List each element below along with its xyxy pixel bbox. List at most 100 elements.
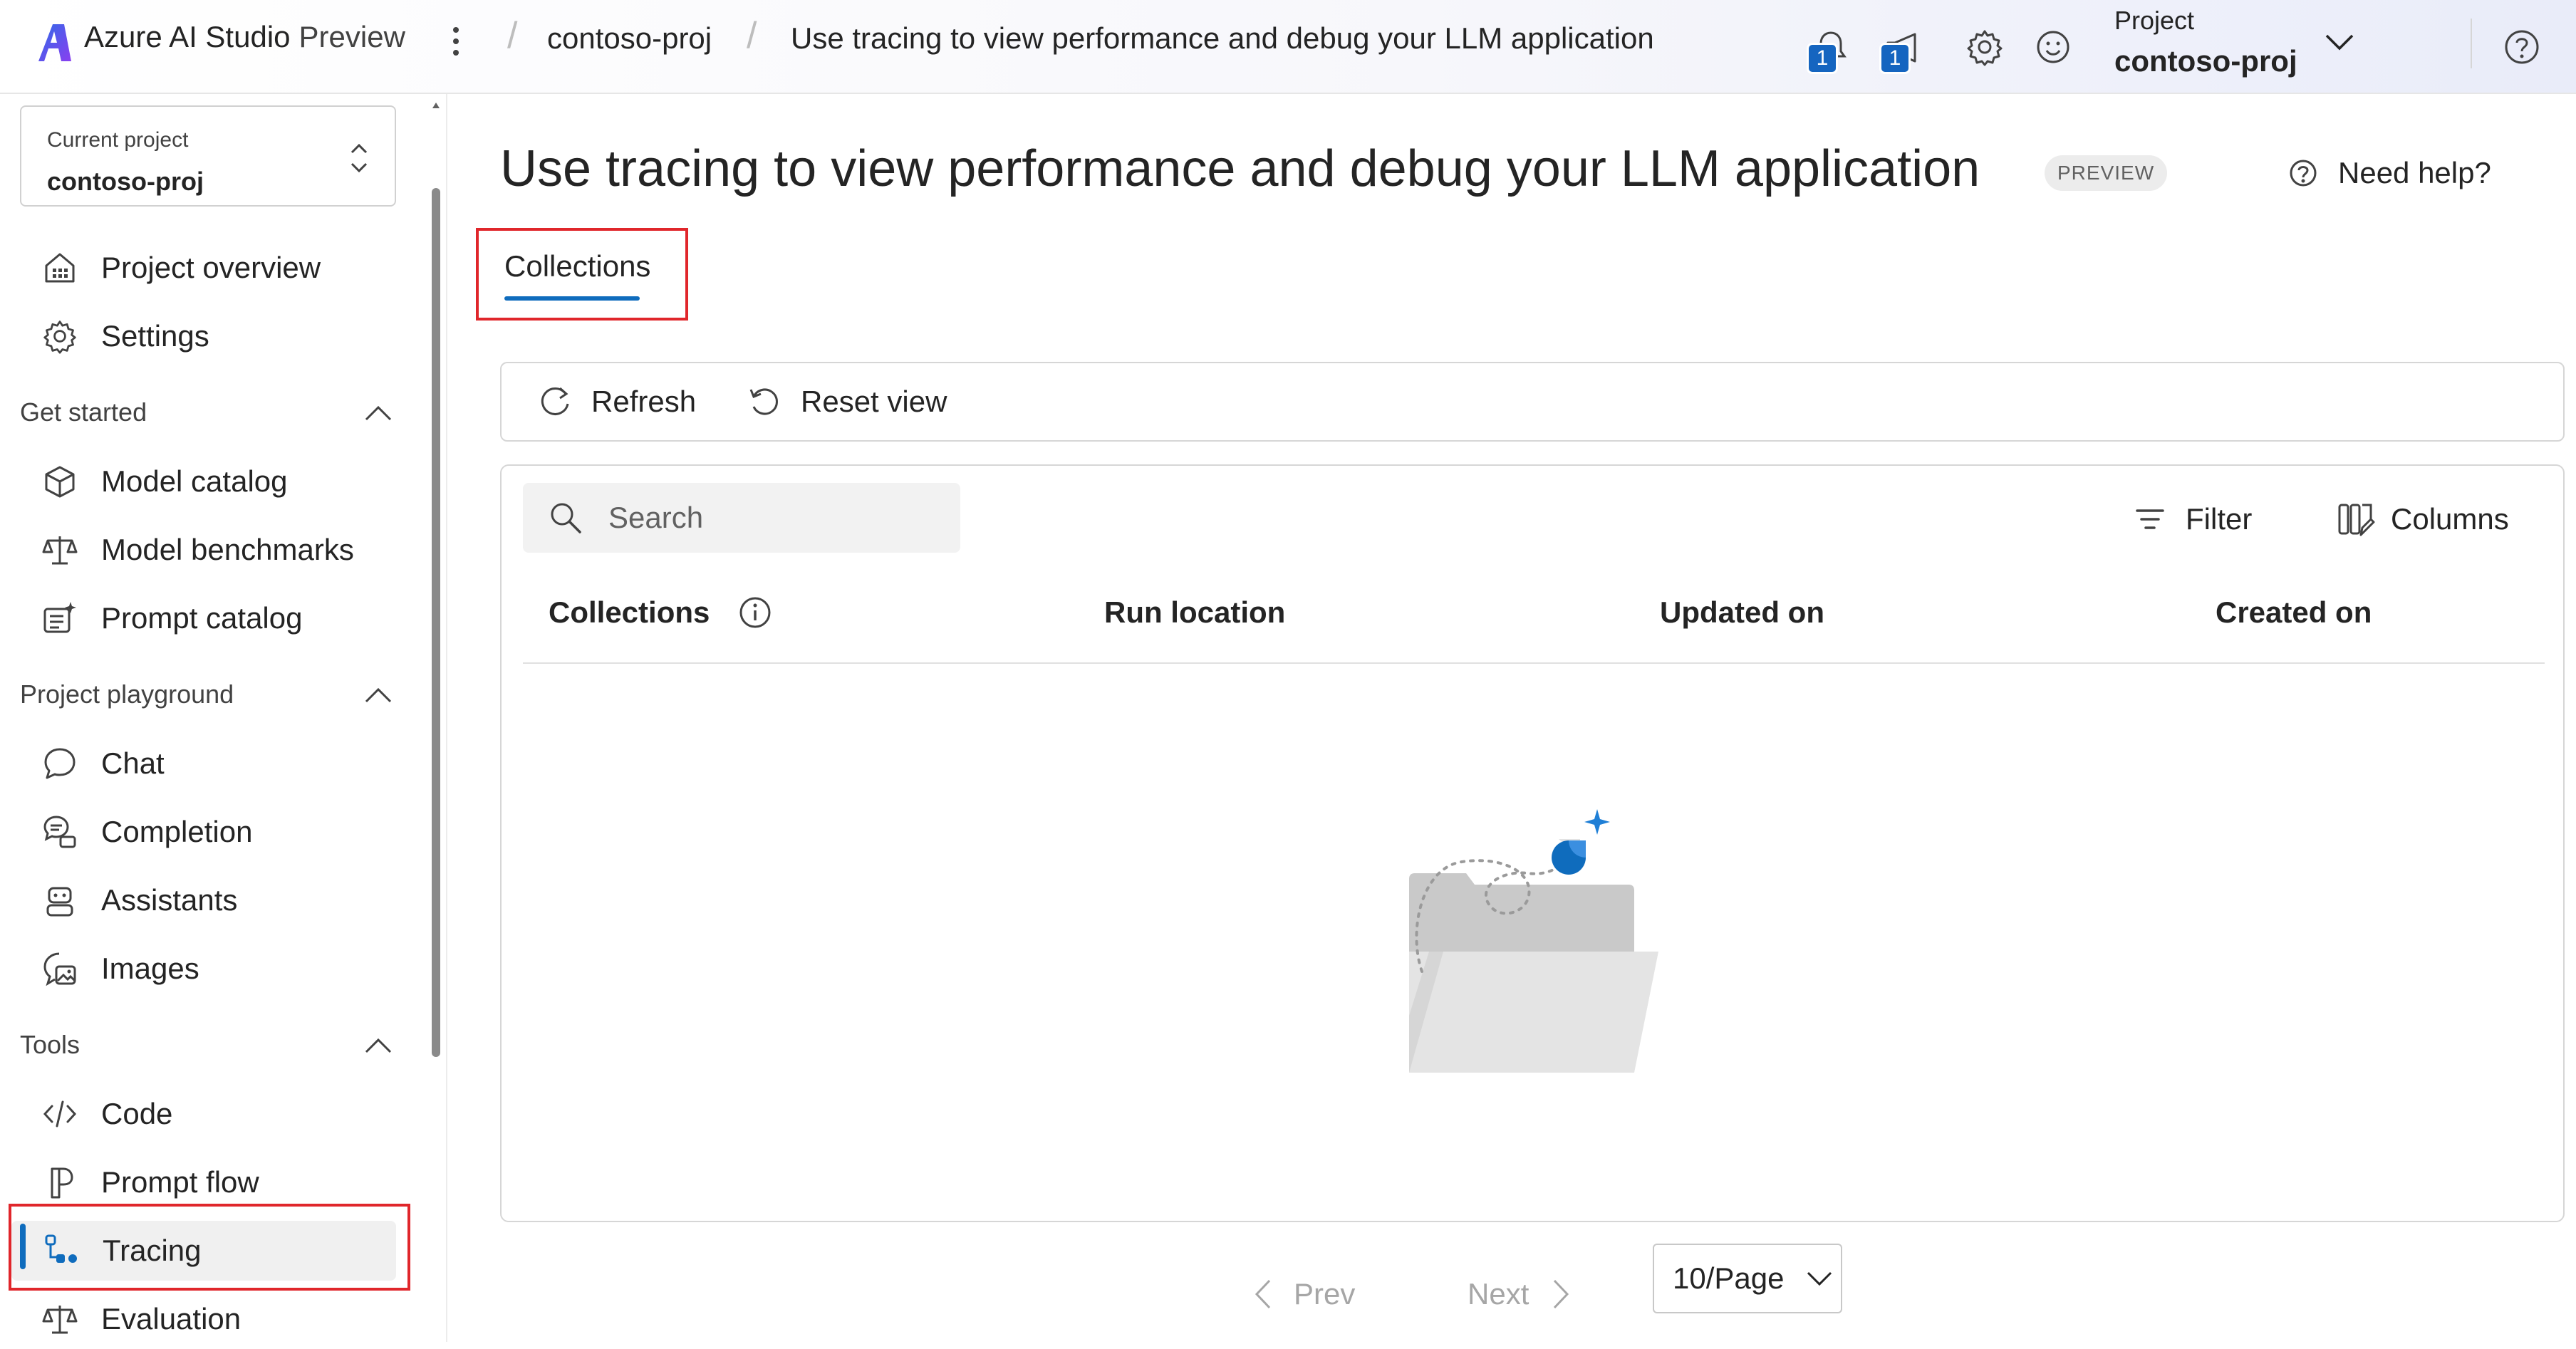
- gear-icon: [40, 316, 80, 356]
- completion-icon: [40, 812, 80, 852]
- sidebar-item-chat[interactable]: Chat: [21, 734, 392, 793]
- section-title: Tools: [20, 1030, 80, 1059]
- gear-icon: [1967, 30, 2003, 66]
- sidebar-item-settings[interactable]: Settings: [21, 306, 392, 366]
- sidebar-item-label: Completion: [101, 815, 253, 848]
- breadcrumb-project-link[interactable]: contoso-proj: [547, 21, 712, 56]
- sidebar-item-images[interactable]: Images: [21, 939, 392, 999]
- topbar-divider: [2471, 19, 2472, 68]
- sidebar: Current project contoso-proj Project ove…: [0, 94, 442, 1342]
- scroll-up-arrow-icon[interactable]: [430, 98, 442, 113]
- help-icon: [2505, 30, 2539, 64]
- search-field[interactable]: [523, 483, 960, 553]
- sidebar-item-label: Prompt catalog: [101, 601, 303, 635]
- announcements-button[interactable]: 1: [1875, 19, 1932, 75]
- breadcrumb-current-page: Use tracing to view performance and debu…: [791, 21, 1654, 55]
- section-header-tools[interactable]: Tools: [20, 1020, 396, 1070]
- sidebar-item-label: Assistants: [101, 883, 238, 917]
- sidebar-item-label: Prompt flow: [101, 1165, 259, 1199]
- app-title-suffix: Preview: [298, 20, 405, 53]
- sidebar-scrollbar-thumb[interactable]: [432, 188, 440, 1057]
- refresh-button[interactable]: Refresh: [536, 363, 696, 440]
- section-header-project-playground[interactable]: Project playground: [20, 670, 396, 719]
- column-header-label: Collections: [549, 595, 710, 629]
- chevron-right-icon: [1554, 1279, 1569, 1309]
- filter-button[interactable]: Filter: [2130, 487, 2252, 551]
- prompt-sparkle-icon: [40, 598, 80, 638]
- column-header-run-location[interactable]: Run location: [1104, 591, 1285, 634]
- top-bar: Azure AI Studio Preview / contoso-proj /…: [0, 0, 2576, 94]
- breadcrumb-separator: /: [507, 15, 518, 56]
- app-title-text: Azure AI Studio: [84, 20, 291, 53]
- refresh-icon: [541, 387, 569, 415]
- settings-button[interactable]: [1956, 19, 2013, 75]
- assistant-bot-icon: [40, 880, 80, 920]
- feedback-button[interactable]: [2025, 19, 2082, 75]
- sidebar-item-label: Project overview: [101, 251, 321, 284]
- sidebar-item-label: Images: [101, 952, 199, 985]
- page-size-select[interactable]: 10/Page: [1653, 1244, 1842, 1313]
- info-icon: [739, 597, 771, 628]
- smiley-icon: [2037, 31, 2069, 63]
- reset-view-label: Reset view: [801, 385, 947, 418]
- app-title[interactable]: Azure AI Studio Preview: [84, 20, 405, 54]
- columns-label: Columns: [2391, 502, 2509, 536]
- help-button[interactable]: [2493, 19, 2550, 75]
- collections-tab-highlight-box: [476, 228, 688, 321]
- notifications-button[interactable]: 1: [1802, 19, 1859, 75]
- help-icon: [2290, 160, 2317, 187]
- refresh-label: Refresh: [591, 385, 697, 418]
- project-switcher-button[interactable]: [2318, 24, 2361, 60]
- column-header-collections[interactable]: Collections: [549, 591, 772, 634]
- next-label: Next: [1468, 1277, 1530, 1311]
- azure-ai-logo-icon[interactable]: [37, 21, 73, 64]
- reset-view-button[interactable]: Reset view: [745, 363, 947, 440]
- sidebar-item-model-catalog[interactable]: Model catalog: [21, 452, 392, 511]
- chevron-down-icon: [2325, 34, 2354, 51]
- project-label: Project: [2114, 6, 2195, 35]
- chevron-left-icon: [1255, 1279, 1271, 1309]
- search-icon: [551, 503, 581, 533]
- sidebar-item-evaluation[interactable]: Evaluation: [21, 1289, 392, 1349]
- prev-page-button[interactable]: Prev: [1250, 1259, 1355, 1329]
- need-help-link[interactable]: Need help?: [2285, 155, 2491, 191]
- breadcrumb-separator: /: [747, 15, 757, 56]
- preview-badge: PREVIEW: [2045, 155, 2168, 191]
- collections-grid: Filter Columns Collections Run location …: [500, 464, 2565, 1222]
- sidebar-item-model-benchmarks[interactable]: Model benchmarks: [21, 520, 392, 580]
- project-name[interactable]: contoso-proj: [2114, 44, 2297, 78]
- need-help-label: Need help?: [2338, 156, 2491, 189]
- section-header-get-started[interactable]: Get started: [20, 387, 396, 437]
- sidebar-item-label: Model catalog: [101, 464, 288, 498]
- columns-icon: [2338, 504, 2375, 536]
- chevron-up-icon: [365, 405, 392, 421]
- sidebar-item-label: Settings: [101, 319, 209, 353]
- current-project-value: contoso-proj: [47, 167, 204, 196]
- sidebar-item-code[interactable]: Code: [21, 1084, 392, 1144]
- next-page-button[interactable]: Next: [1468, 1259, 1574, 1329]
- more-icon: [453, 27, 459, 56]
- prompt-flow-icon: [40, 1162, 80, 1202]
- page-title: Use tracing to view performance and debu…: [500, 140, 1980, 197]
- column-header-created-on[interactable]: Created on: [2216, 591, 2372, 634]
- sidebar-item-project-overview[interactable]: Project overview: [21, 238, 392, 298]
- sidebar-item-assistants[interactable]: Assistants: [21, 870, 392, 930]
- chevron-down-icon: [1807, 1271, 1832, 1286]
- chat-icon: [40, 744, 80, 783]
- code-icon: [40, 1094, 80, 1134]
- sidebar-item-label: Chat: [101, 746, 165, 780]
- filter-icon: [2136, 509, 2164, 529]
- chevron-up-icon: [365, 1038, 392, 1053]
- section-title: Get started: [20, 397, 147, 427]
- current-project-label: Current project: [47, 128, 189, 152]
- search-input[interactable]: [607, 500, 949, 536]
- page-size-value: 10/Page: [1673, 1261, 1785, 1295]
- sidebar-item-prompt-catalog[interactable]: Prompt catalog: [21, 588, 392, 648]
- columns-button[interactable]: Columns: [2335, 487, 2509, 551]
- sidebar-item-completion[interactable]: Completion: [21, 802, 392, 862]
- column-header-updated-on[interactable]: Updated on: [1660, 591, 1824, 634]
- current-project-selector[interactable]: Current project contoso-proj: [20, 105, 396, 207]
- reset-icon: [749, 388, 778, 415]
- empty-folder-illustration-icon: [1409, 809, 1658, 1073]
- more-options-button[interactable]: [442, 20, 470, 63]
